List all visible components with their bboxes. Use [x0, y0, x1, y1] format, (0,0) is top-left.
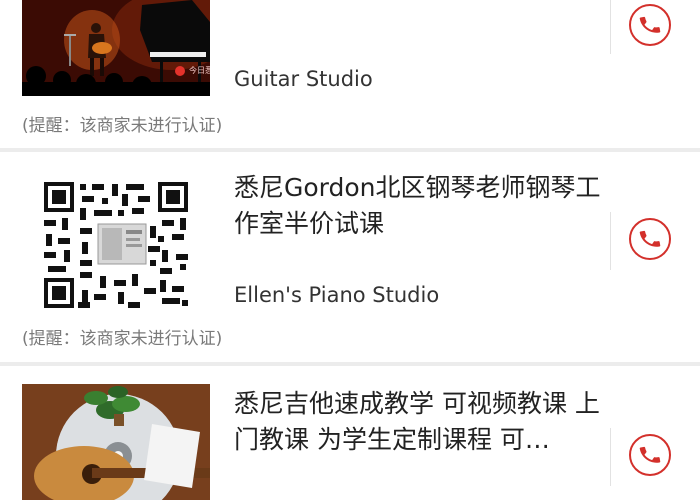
- listing-item[interactable]: 悉尼Gordon北区钢琴老师钢琴工作室半价试课 Ellen's Piano St…: [0, 152, 700, 362]
- divider-line: [610, 212, 611, 270]
- studio-name: Guitar Studio: [234, 67, 373, 91]
- listing-title[interactable]: 悉尼吉他速成教学 可视频教课 上门教课 为学生定制课程 可…: [234, 386, 606, 458]
- listing-item[interactable]: 悉尼吉他速成教学 可视频教课 上门教课 为学生定制课程 可…: [0, 366, 700, 500]
- guitar-cd-photo: [22, 384, 210, 500]
- phone-call-icon[interactable]: [629, 434, 671, 476]
- phone-call-icon[interactable]: [629, 218, 671, 260]
- listing-item[interactable]: 今日悉尼 Guitar Studio (提醒：该商家未进行认证): [0, 0, 700, 148]
- listing-title[interactable]: 悉尼Gordon北区钢琴老师钢琴工作室半价试课: [234, 170, 606, 242]
- divider-line: [610, 428, 611, 486]
- listing-thumbnail[interactable]: 今日悉尼: [22, 0, 210, 96]
- listing-thumbnail[interactable]: [22, 384, 210, 500]
- verification-notice: (提醒：该商家未进行认证): [22, 116, 223, 136]
- verification-notice: (提醒：该商家未进行认证): [22, 329, 223, 349]
- guitar-concert-photo: [22, 0, 210, 96]
- studio-name: Ellen's Piano Studio: [234, 283, 440, 307]
- thumbnail-watermark: 今日悉尼: [189, 66, 210, 75]
- divider-line: [610, 0, 611, 54]
- phone-call-icon[interactable]: [629, 4, 671, 46]
- listing-thumbnail[interactable]: [22, 180, 210, 310]
- qr-code-image: [22, 180, 210, 310]
